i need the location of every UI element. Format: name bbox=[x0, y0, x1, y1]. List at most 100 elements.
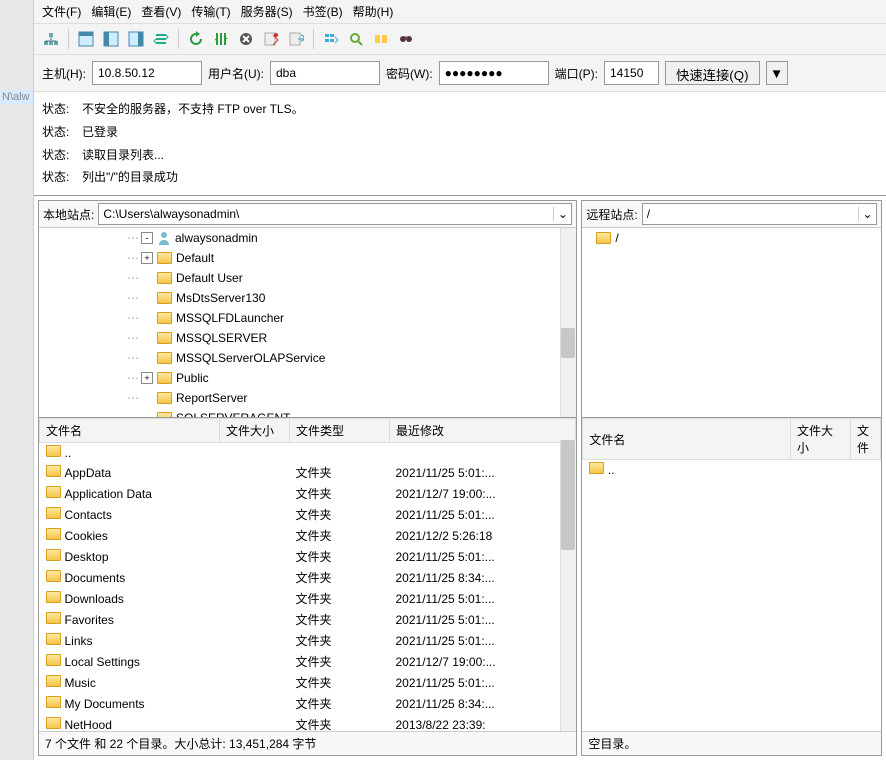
tree-item-label: MSSQLServerOLAPService bbox=[176, 351, 325, 365]
menu-transfer[interactable]: 传输(T) bbox=[191, 3, 230, 20]
tree-item[interactable]: ⋯SQLSERVERAGENT bbox=[39, 408, 576, 418]
reconnect-icon[interactable] bbox=[285, 28, 307, 50]
menu-file[interactable]: 文件(F) bbox=[42, 3, 81, 20]
folder-icon bbox=[46, 675, 61, 687]
col-name[interactable]: 文件名 bbox=[40, 419, 220, 443]
tree-item[interactable]: ⋯+Public bbox=[39, 368, 576, 388]
folder-icon bbox=[596, 232, 611, 244]
scrollbar[interactable] bbox=[560, 440, 576, 731]
host-input[interactable] bbox=[92, 61, 202, 85]
menu-edit[interactable]: 编辑(E) bbox=[91, 3, 131, 20]
tree-item[interactable]: / bbox=[582, 228, 881, 248]
list-item[interactable]: Music文件夹2021/11/25 5:01:... bbox=[40, 672, 576, 693]
host-label: 主机(H): bbox=[42, 65, 86, 82]
folder-icon bbox=[157, 332, 172, 344]
list-item[interactable]: Links文件夹2021/11/25 5:01:... bbox=[40, 630, 576, 651]
remote-filelist[interactable]: 文件名 文件大小 文件 .. bbox=[582, 418, 881, 731]
quickconnect-button[interactable]: 快速连接(Q) bbox=[665, 61, 760, 85]
tree-item-label: MsDtsServer130 bbox=[176, 291, 265, 305]
menubar: 文件(F) 编辑(E) 查看(V) 传输(T) 服务器(S) 书签(B) 帮助(… bbox=[34, 0, 886, 24]
compare-icon[interactable] bbox=[370, 28, 392, 50]
toggle-queue-icon[interactable] bbox=[150, 28, 172, 50]
folder-icon bbox=[46, 633, 61, 645]
tree-item[interactable]: ⋯ReportServer bbox=[39, 388, 576, 408]
find-icon[interactable] bbox=[395, 28, 417, 50]
remote-path-input[interactable] bbox=[643, 205, 858, 223]
folder-icon bbox=[46, 717, 61, 729]
toggle-local-tree-icon[interactable] bbox=[100, 28, 122, 50]
folder-icon bbox=[46, 528, 61, 540]
local-site-label: 本地站点: bbox=[43, 206, 94, 223]
search-icon[interactable] bbox=[345, 28, 367, 50]
log-key: 状态: bbox=[42, 144, 82, 167]
message-log[interactable]: 状态:不安全的服务器，不支持 FTP over TLS。 状态:已登录 状态:读… bbox=[34, 92, 886, 196]
list-item-up[interactable]: .. bbox=[40, 443, 576, 463]
menu-server[interactable]: 服务器(S) bbox=[241, 3, 293, 20]
tree-collapser-icon[interactable]: + bbox=[141, 252, 153, 264]
list-item[interactable]: My Documents文件夹2021/11/25 8:34:... bbox=[40, 693, 576, 714]
local-tree[interactable]: ⋯-alwaysonadmin⋯+Default⋯Default User⋯Ms… bbox=[39, 228, 576, 418]
list-item[interactable]: Cookies文件夹2021/12/2 5:26:18 bbox=[40, 525, 576, 546]
list-item[interactable]: Application Data文件夹2021/12/7 19:00:... bbox=[40, 483, 576, 504]
list-item[interactable]: Favorites文件夹2021/11/25 5:01:... bbox=[40, 609, 576, 630]
process-queue-icon[interactable] bbox=[210, 28, 232, 50]
tree-item[interactable]: ⋯+Default bbox=[39, 248, 576, 268]
list-item[interactable]: Downloads文件夹2021/11/25 5:01:... bbox=[40, 588, 576, 609]
col-type[interactable]: 文件 bbox=[851, 419, 881, 460]
remote-path-dropdown[interactable]: ⌄ bbox=[858, 207, 876, 221]
cancel-icon[interactable] bbox=[235, 28, 257, 50]
sidebar-entry[interactable]: N\alw bbox=[0, 90, 33, 104]
menu-bookmarks[interactable]: 书签(B) bbox=[303, 3, 343, 20]
pass-input[interactable] bbox=[439, 61, 549, 85]
tree-item[interactable]: ⋯-alwaysonadmin bbox=[39, 228, 576, 248]
user-input[interactable] bbox=[270, 61, 380, 85]
tree-item[interactable]: ⋯MSSQLServerOLAPService bbox=[39, 348, 576, 368]
refresh-icon[interactable] bbox=[185, 28, 207, 50]
list-item[interactable]: Documents文件夹2021/11/25 8:34:... bbox=[40, 567, 576, 588]
list-item[interactable]: Desktop文件夹2021/11/25 5:01:... bbox=[40, 546, 576, 567]
col-mtime[interactable]: 最近修改 bbox=[390, 419, 576, 443]
menu-help[interactable]: 帮助(H) bbox=[353, 3, 394, 20]
tree-item[interactable]: ⋯MsDtsServer130 bbox=[39, 288, 576, 308]
list-item[interactable]: AppData文件夹2021/11/25 5:01:... bbox=[40, 462, 576, 483]
folder-icon bbox=[157, 372, 172, 384]
list-item[interactable]: Contacts文件夹2021/11/25 5:01:... bbox=[40, 504, 576, 525]
tree-item[interactable]: ⋯MSSQLSERVER bbox=[39, 328, 576, 348]
site-manager-icon[interactable] bbox=[40, 28, 62, 50]
log-line: 列出"/"的目录成功 bbox=[82, 170, 178, 184]
left-sidebar: N\alw bbox=[0, 0, 34, 760]
col-name[interactable]: 文件名 bbox=[583, 419, 791, 460]
port-input[interactable] bbox=[604, 61, 659, 85]
tree-item-label: alwaysonadmin bbox=[175, 231, 258, 245]
local-filelist[interactable]: 文件名 文件大小 文件类型 最近修改 .. AppData文件夹2021/11/… bbox=[39, 418, 576, 731]
col-size[interactable]: 文件大小 bbox=[791, 419, 851, 460]
list-item[interactable]: NetHood文件夹2013/8/22 23:39: bbox=[40, 714, 576, 731]
local-path-input[interactable] bbox=[99, 205, 553, 223]
folder-icon bbox=[157, 272, 172, 284]
filter-icon[interactable] bbox=[320, 28, 342, 50]
tree-collapser-icon[interactable]: - bbox=[141, 232, 153, 244]
menu-view[interactable]: 查看(V) bbox=[141, 3, 181, 20]
tree-item[interactable]: ⋯Default User bbox=[39, 268, 576, 288]
folder-icon bbox=[46, 591, 61, 603]
tree-item-label: ReportServer bbox=[176, 391, 247, 405]
list-item-up[interactable]: .. bbox=[583, 460, 881, 480]
col-size[interactable]: 文件大小 bbox=[220, 419, 290, 443]
toggle-remote-tree-icon[interactable] bbox=[125, 28, 147, 50]
local-path-dropdown[interactable]: ⌄ bbox=[553, 207, 571, 221]
remote-tree[interactable]: / bbox=[582, 228, 881, 418]
disconnect-icon[interactable] bbox=[260, 28, 282, 50]
folder-icon bbox=[157, 252, 172, 264]
tree-item[interactable]: ⋯MSSQLFDLauncher bbox=[39, 308, 576, 328]
tree-item-label: MSSQLSERVER bbox=[176, 331, 267, 345]
list-item[interactable]: Local Settings文件夹2021/12/7 19:00:... bbox=[40, 651, 576, 672]
quickconnect-dropdown[interactable]: ▼ bbox=[766, 61, 788, 85]
scrollbar[interactable] bbox=[560, 228, 576, 417]
user-label: 用户名(U): bbox=[208, 65, 264, 82]
col-type[interactable]: 文件类型 bbox=[290, 419, 390, 443]
user-icon bbox=[157, 231, 171, 245]
tree-collapser-icon[interactable]: + bbox=[141, 372, 153, 384]
toggle-log-icon[interactable] bbox=[75, 28, 97, 50]
tree-item-label: Default bbox=[176, 251, 214, 265]
folder-icon bbox=[46, 654, 61, 666]
